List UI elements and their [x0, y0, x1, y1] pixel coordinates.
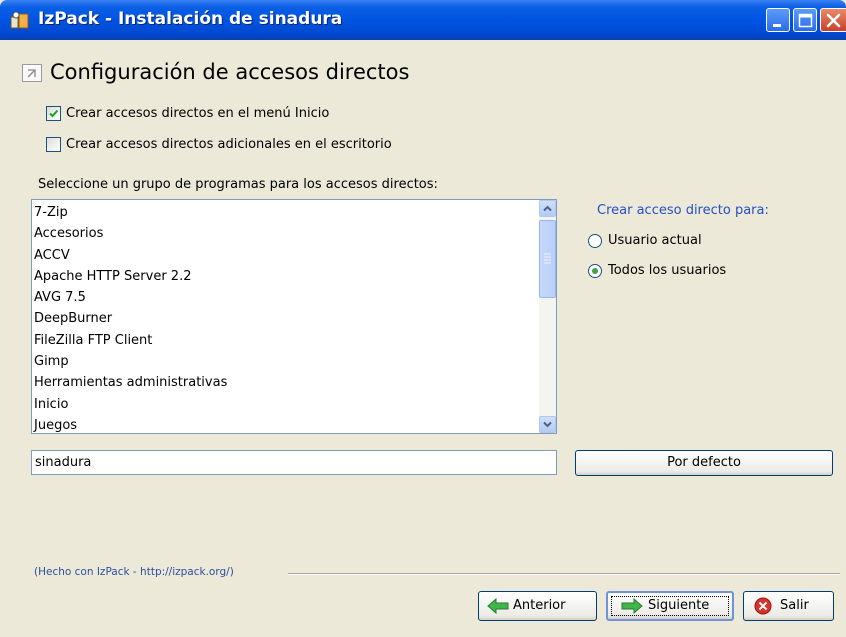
scroll-up-button[interactable] — [539, 200, 556, 217]
app-icon — [10, 11, 29, 29]
arrow-left-icon — [487, 598, 509, 614]
start-menu-checkbox-label: Crear accesos directos en el menú Inicio — [66, 106, 330, 121]
list-item[interactable]: ACCV — [34, 245, 227, 266]
window-title: IzPack - Instalación de sinadura — [38, 9, 343, 29]
maximize-icon — [798, 13, 813, 28]
current-user-label: Usuario actual — [608, 233, 702, 248]
close-button[interactable] — [820, 8, 846, 32]
list-item[interactable]: Accesorios — [34, 223, 227, 244]
chevron-down-icon — [543, 421, 552, 428]
chevron-up-icon — [543, 205, 552, 212]
minimize-icon — [773, 24, 781, 27]
previous-button[interactable]: Anterior — [478, 591, 597, 621]
list-item[interactable]: Inicio — [34, 394, 227, 415]
list-item[interactable]: Gimp — [34, 351, 227, 372]
minimize-button[interactable] — [766, 8, 790, 32]
shortcut-panel-icon — [22, 64, 42, 82]
page-title: Configuración de accesos directos — [50, 60, 410, 84]
installer-window: IzPack - Instalación de sinadura Configu… — [0, 0, 846, 637]
exit-icon — [754, 597, 772, 615]
default-button[interactable]: Por defecto — [575, 450, 833, 476]
next-button-label: Siguiente — [648, 598, 710, 613]
scroll-thumb[interactable] — [539, 220, 556, 298]
program-group-list[interactable]: 7-Zip Accesorios ACCV Apache HTTP Server… — [31, 199, 557, 434]
grip-icon — [544, 253, 551, 264]
radio-selected-dot — [592, 268, 598, 274]
list-item[interactable]: Herramientas administrativas — [34, 372, 227, 393]
footer-divider — [288, 573, 840, 575]
list-scrollbar[interactable] — [539, 200, 556, 433]
list-item[interactable]: Apache HTTP Server 2.2 — [34, 266, 227, 287]
list-item[interactable]: 7-Zip — [34, 202, 227, 223]
desktop-checkbox-label: Crear accesos directos adicionales en el… — [66, 137, 392, 152]
exit-button-label: Salir — [780, 598, 809, 613]
exit-button[interactable]: Salir — [743, 591, 834, 621]
list-item[interactable]: DeepBurner — [34, 308, 227, 329]
title-bar[interactable]: IzPack - Instalación de sinadura — [0, 0, 846, 40]
maximize-button[interactable] — [793, 8, 817, 32]
checkmark-icon — [49, 109, 59, 118]
list-item[interactable]: AVG 7.5 — [34, 287, 227, 308]
list-item[interactable]: Juegos — [34, 415, 227, 433]
previous-button-label: Anterior — [513, 598, 566, 613]
arrow-right-icon — [621, 598, 643, 614]
program-group-name-input[interactable] — [31, 450, 557, 475]
next-button[interactable]: Siguiente — [606, 591, 734, 621]
current-user-radio[interactable] — [588, 234, 602, 248]
izpack-credit: (Hecho con IzPack - http://izpack.org/) — [34, 566, 234, 578]
start-menu-checkbox[interactable] — [46, 106, 61, 121]
scroll-down-button[interactable] — [539, 416, 556, 433]
program-group-label: Seleccione un grupo de programas para lo… — [38, 177, 438, 192]
shortcut-for-label: Crear acceso directo para: — [597, 203, 769, 218]
all-users-label: Todos los usuarios — [608, 263, 727, 278]
list-item[interactable]: FileZilla FTP Client — [34, 330, 227, 351]
desktop-checkbox[interactable] — [46, 137, 61, 152]
all-users-radio[interactable] — [588, 264, 602, 278]
close-icon — [826, 13, 841, 28]
